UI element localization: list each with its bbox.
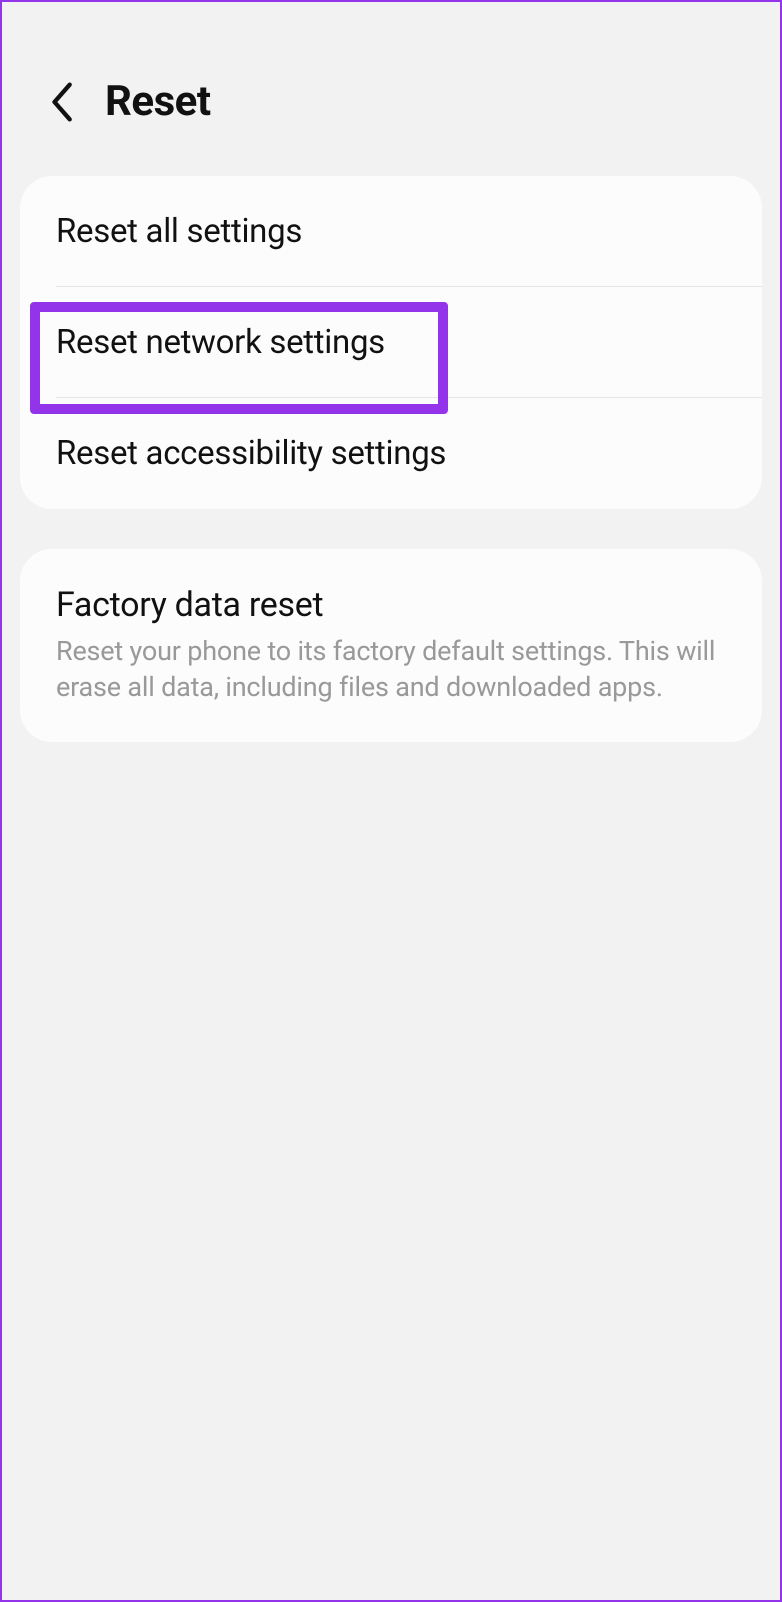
- header: Reset: [2, 2, 780, 176]
- page-title: Reset: [105, 77, 211, 126]
- list-item-label: Reset all settings: [56, 212, 726, 251]
- list-item-label: Reset accessibility settings: [56, 434, 726, 473]
- factory-reset-card: Factory data reset Reset your phone to i…: [20, 549, 762, 742]
- reset-network-settings[interactable]: Reset network settings: [20, 287, 762, 398]
- reset-all-settings[interactable]: Reset all settings: [20, 176, 762, 287]
- back-icon[interactable]: [47, 80, 75, 124]
- list-item-subtitle: Reset your phone to its factory default …: [56, 633, 726, 706]
- list-item-label: Reset network settings: [56, 323, 726, 362]
- reset-options-card: Reset all settings Reset network setting…: [20, 176, 762, 509]
- list-item-label: Factory data reset: [56, 585, 726, 625]
- factory-data-reset[interactable]: Factory data reset Reset your phone to i…: [20, 549, 762, 742]
- reset-accessibility-settings[interactable]: Reset accessibility settings: [20, 398, 762, 509]
